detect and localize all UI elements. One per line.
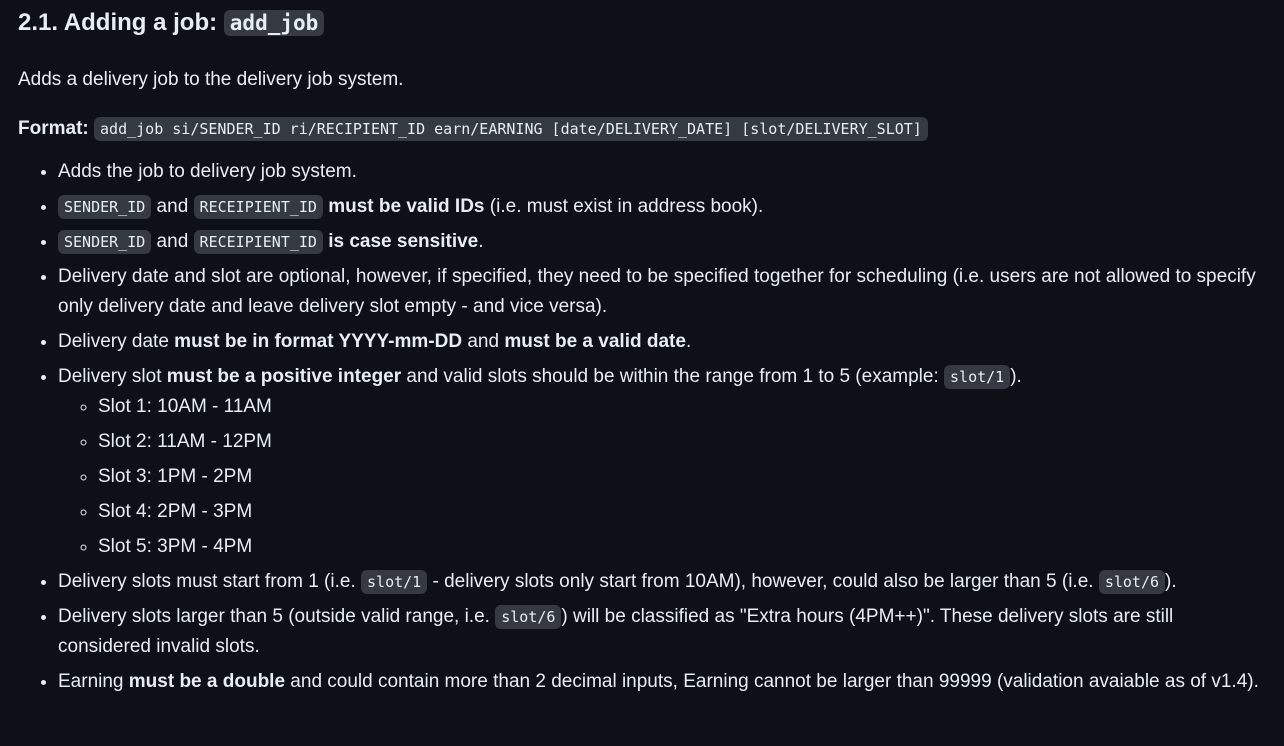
heading-code: add_job [223,10,325,36]
slot-item: Slot 2: 11AM - 12PM [98,427,1268,457]
bullet-text: (i.e. must exist in address book). [484,196,764,217]
list-item: SENDER_ID and RECEIPIENT_ID must be vali… [58,192,1268,222]
list-item: Earning must be a double and could conta… [58,667,1268,697]
bullet-text: Delivery slots larger than 5 (outside va… [58,606,496,627]
format-label: Format: [18,118,89,139]
document-body: 2.1. Adding a job: add_job Adds a delive… [18,0,1268,702]
list-item: Delivery date must be in format YYYY-mm-… [58,327,1268,357]
bold-text: must be a valid date [504,331,686,352]
inline-code: SENDER_ID [58,230,152,254]
bullet-text: ). [1165,571,1177,592]
bold-text: is case sensitive [328,231,479,252]
list-item: Delivery slot must be a positive integer… [58,362,1268,562]
heading-text: 2.1. Adding a job: [18,9,224,36]
bullet-text: Adds the job to delivery job system. [58,161,357,182]
bold-text: must be valid IDs [328,196,485,217]
bullet-text: and [151,196,194,217]
bullet-text: and [151,231,194,252]
format-line: Format: add_job si/SENDER_ID ri/RECIPIEN… [18,114,1268,144]
slot-item: Slot 4: 2PM - 3PM [98,497,1268,527]
bullet-text: Earning [58,671,129,692]
list-item: Delivery slots larger than 5 (outside va… [58,602,1268,662]
inline-code: slot/6 [1098,570,1166,594]
slot-item: Slot 5: 3PM - 4PM [98,532,1268,562]
bullet-text: ). [1010,366,1022,387]
inline-code: SENDER_ID [58,195,152,219]
bullet-text: and valid slots should be within the ran… [401,366,945,387]
list-item: Delivery date and slot are optional, how… [58,262,1268,322]
list-item: Adds the job to delivery job system. [58,157,1268,187]
format-code: add_job si/SENDER_ID ri/RECIPIENT_ID ear… [94,117,928,141]
bullet-text: and could contain more than 2 decimal in… [285,671,1259,692]
slot-item: Slot 1: 10AM - 11AM [98,392,1268,422]
intro-text: Adds a delivery job to the delivery job … [18,69,404,90]
bold-text: must be in format YYYY-mm-DD [174,331,463,352]
inline-code: slot/1 [944,365,1011,389]
bullet-text: Delivery slots must start from 1 (i.e. [58,571,362,592]
bullet-text: . [685,331,692,352]
inline-code: slot/6 [495,605,562,629]
bullet-text: Delivery date [58,331,175,352]
bullet-text: Delivery slot [58,366,167,387]
bold-text: must be a positive integer [166,366,402,387]
bold-text: must be a double [128,671,286,692]
inline-code: RECEIPIENT_ID [193,230,323,254]
slot-item: Slot 3: 1PM - 2PM [98,462,1268,492]
slot-list: Slot 1: 10AM - 11AM Slot 2: 11AM - 12PM … [58,392,1268,562]
inline-code: RECEIPIENT_ID [193,195,323,219]
bullet-text: Delivery date and slot are optional, how… [58,266,1256,317]
list-item: Delivery slots must start from 1 (i.e. s… [58,567,1268,597]
section-heading: 2.1. Adding a job: add_job [18,6,1268,42]
inline-code: slot/1 [361,570,428,594]
rules-list: Adds the job to delivery job system. SEN… [18,157,1268,697]
bullet-text: - delivery slots only start from 10AM), … [427,571,1099,592]
list-item: SENDER_ID and RECEIPIENT_ID is case sens… [58,227,1268,257]
bullet-text: . [478,231,484,252]
bullet-text: and [462,331,505,352]
